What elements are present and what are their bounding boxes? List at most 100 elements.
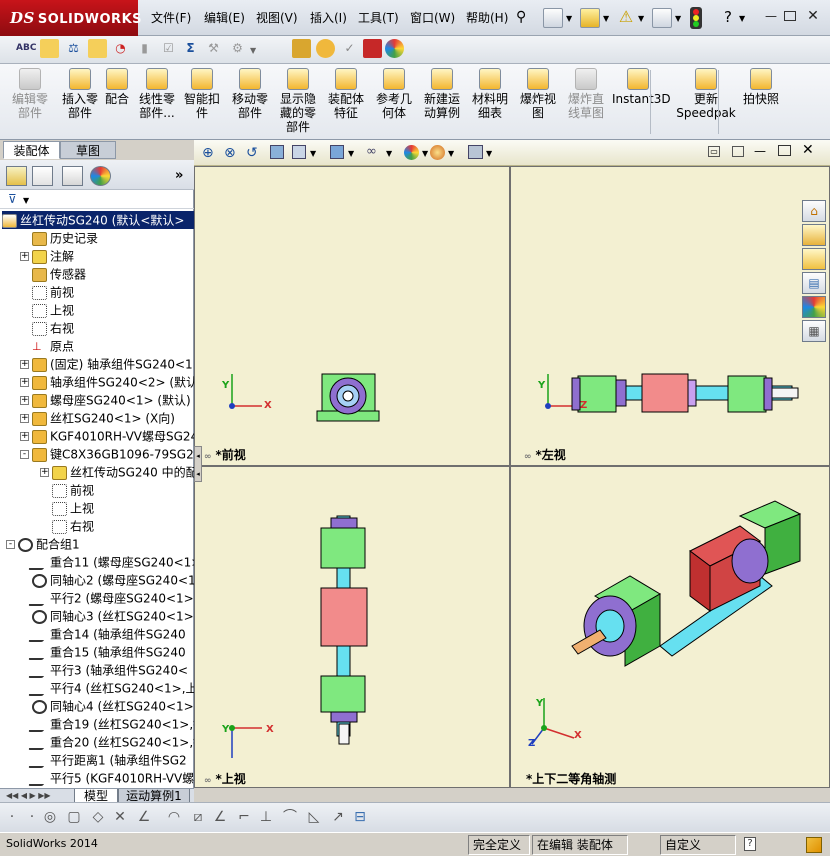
- chevron-down-icon[interactable]: ▼: [603, 14, 609, 23]
- corner-icon[interactable]: ⌐: [236, 809, 252, 825]
- tree-item[interactable]: 上视: [6, 301, 194, 319]
- chevron-down-icon[interactable]: ▼: [422, 149, 428, 158]
- tree-item[interactable]: 重合14 (轴承组件SG240: [6, 625, 194, 643]
- status-custom[interactable]: 自定义: [660, 835, 736, 855]
- collapse-icon[interactable]: -: [20, 450, 29, 459]
- tree-item[interactable]: + 丝杠SG240<1> (X向): [6, 409, 194, 427]
- circle-icon[interactable]: ◎: [42, 809, 58, 825]
- chevron-down-icon[interactable]: ▼: [23, 196, 29, 205]
- pane-collapse-arrows[interactable]: ◂ ◂: [194, 446, 202, 482]
- rectangle-icon[interactable]: ▢: [66, 809, 82, 825]
- traffic-light-icon[interactable]: [690, 7, 702, 29]
- chevron-down-icon[interactable]: ▼: [310, 149, 316, 158]
- apply-scene-icon[interactable]: [430, 145, 445, 160]
- chevron-down-icon[interactable]: ▼: [739, 14, 745, 23]
- chamfer-icon[interactable]: ◺: [306, 809, 322, 825]
- tree-item[interactable]: - 键C8X36GB1096-79SG240<1>: [6, 445, 194, 463]
- tree-item[interactable]: 平行4 (丝杠SG240<1>,上: [6, 679, 194, 697]
- close-button[interactable]: ✕: [805, 9, 821, 23]
- expand-icon[interactable]: +: [40, 468, 49, 477]
- close-viewport-icon[interactable]: ✕: [802, 142, 814, 158]
- cmd-edit-component[interactable]: 编辑零 部件: [6, 68, 54, 120]
- tile-icon-2[interactable]: [732, 146, 744, 157]
- fastener-icon[interactable]: ⚒: [204, 39, 223, 58]
- settings-icon[interactable]: ⚙: [228, 39, 247, 58]
- sum-icon[interactable]: Σ: [181, 39, 200, 58]
- pin-icon[interactable]: ⚲: [516, 8, 534, 26]
- smart-dimension-icon[interactable]: ↗: [330, 809, 346, 825]
- tree-item[interactable]: 同轴心4 (丝杠SG240<1>,: [6, 697, 194, 715]
- chevron-down-icon[interactable]: ▼: [448, 149, 454, 158]
- cmd-linear-pattern[interactable]: 线性零 部件...: [137, 68, 177, 120]
- chevron-down-icon[interactable]: ▼: [386, 149, 392, 158]
- appearances-icon[interactable]: [802, 296, 826, 318]
- tree-item[interactable]: 重合20 (丝杠SG240<1>,键: [6, 733, 194, 751]
- tab-model[interactable]: 模型: [74, 789, 118, 803]
- home-icon[interactable]: ⌂: [802, 200, 826, 222]
- zoom-area-icon[interactable]: ⊗: [224, 145, 236, 161]
- chevron-down-icon[interactable]: ▼: [486, 149, 492, 158]
- color-icon[interactable]: [363, 39, 382, 58]
- menu-edit[interactable]: 编辑(E): [204, 0, 245, 36]
- tree-item[interactable]: 历史记录: [6, 229, 194, 247]
- collapse-icon[interactable]: -: [6, 540, 15, 549]
- cmd-smart-fasteners[interactable]: 智能扣 件: [180, 68, 224, 120]
- hide-show-icon[interactable]: [316, 39, 335, 58]
- tree-item[interactable]: 平行距离1 (轴承组件SG2: [6, 751, 194, 769]
- cmd-exploded-view[interactable]: 爆炸视 图: [516, 68, 560, 120]
- chevron-down-icon[interactable]: ▼: [638, 14, 644, 23]
- tree-item[interactable]: 前视: [6, 283, 194, 301]
- chevron-down-icon[interactable]: ▼: [566, 14, 572, 23]
- design-library-icon[interactable]: [802, 224, 826, 246]
- filter-icon[interactable]: ⊽: [8, 192, 17, 206]
- restore-viewport-icon[interactable]: [778, 145, 791, 156]
- rebuild-warning-icon[interactable]: ⚠: [616, 8, 636, 26]
- expand-icon[interactable]: +: [20, 432, 29, 441]
- tab-motion-study[interactable]: 运动算例1: [118, 789, 190, 803]
- cmd-mate[interactable]: 配合: [101, 68, 133, 106]
- tree-item[interactable]: 右视: [26, 517, 194, 535]
- view-orientation-icon[interactable]: [292, 145, 306, 159]
- expand-pane-icon[interactable]: »: [175, 168, 183, 183]
- tree-item[interactable]: 重合11 (螺母座SG240<1>: [6, 553, 194, 571]
- tree-item[interactable]: 前视: [26, 481, 194, 499]
- point-icon[interactable]: ·: [24, 809, 40, 825]
- tree-root[interactable]: 丝杠传动SG240 (默认<默认>: [2, 211, 194, 229]
- tree-item[interactable]: + 螺母座SG240<1> (默认): [6, 391, 194, 409]
- cmd-show-hidden[interactable]: 显示隐 藏的零 部件: [276, 68, 320, 134]
- expand-icon[interactable]: +: [20, 378, 29, 387]
- tree-item[interactable]: ⊥ 原点: [6, 337, 194, 355]
- spell-check-icon[interactable]: ABC: [16, 39, 36, 58]
- menu-view[interactable]: 视图(V): [256, 0, 298, 36]
- lock-icon[interactable]: ▮: [135, 39, 154, 58]
- grip-icon[interactable]: [806, 837, 822, 853]
- balance-icon[interactable]: ⚖: [64, 39, 83, 58]
- tree-item[interactable]: 平行2 (螺母座SG240<1>,: [6, 589, 194, 607]
- fillet-icon[interactable]: ⌒: [282, 809, 298, 825]
- cmd-instant3d[interactable]: Instant3D: [612, 68, 671, 106]
- mirror-icon[interactable]: ⧄: [190, 809, 206, 825]
- trim-icon[interactable]: ✕: [112, 809, 128, 825]
- edit-sketch-icon[interactable]: [40, 39, 59, 58]
- appearance-icon[interactable]: [385, 39, 404, 58]
- print-icon[interactable]: [652, 8, 672, 28]
- tree-item[interactable]: 同轴心2 (螺母座SG240<1>: [6, 571, 194, 589]
- chevron-down-icon[interactable]: ▼: [675, 14, 681, 23]
- tree-item[interactable]: + 丝杠传动SG240 中的配合: [26, 463, 194, 481]
- edit-appearance-icon[interactable]: [404, 145, 419, 160]
- tab-scroll-left-icon[interactable]: ◀◀ ◀ ▶ ▶▶: [6, 791, 51, 800]
- display-manager-tab-icon[interactable]: [90, 166, 111, 186]
- menu-insert[interactable]: 插入(I): [310, 0, 347, 36]
- tree-item[interactable]: 重合19 (丝杠SG240<1>,键: [6, 715, 194, 733]
- cmd-assembly-feature[interactable]: 装配体 特征: [324, 68, 368, 120]
- expand-icon[interactable]: +: [20, 360, 29, 369]
- cmd-new-motion-study[interactable]: 新建运 动算例: [420, 68, 464, 120]
- cmd-snapshot[interactable]: 拍快照: [738, 68, 784, 106]
- zoom-to-fit-icon[interactable]: ⊕: [202, 145, 214, 161]
- menu-window[interactable]: 窗口(W): [410, 0, 455, 36]
- new-document-icon[interactable]: [543, 8, 563, 28]
- tree-item[interactable]: + KGF4010RH-VV螺母SG240<1>: [6, 427, 194, 445]
- check-circle-icon[interactable]: ✓: [340, 39, 359, 58]
- cmd-insert-component[interactable]: 插入零 部件: [58, 68, 102, 120]
- line-icon[interactable]: ∠: [136, 809, 152, 825]
